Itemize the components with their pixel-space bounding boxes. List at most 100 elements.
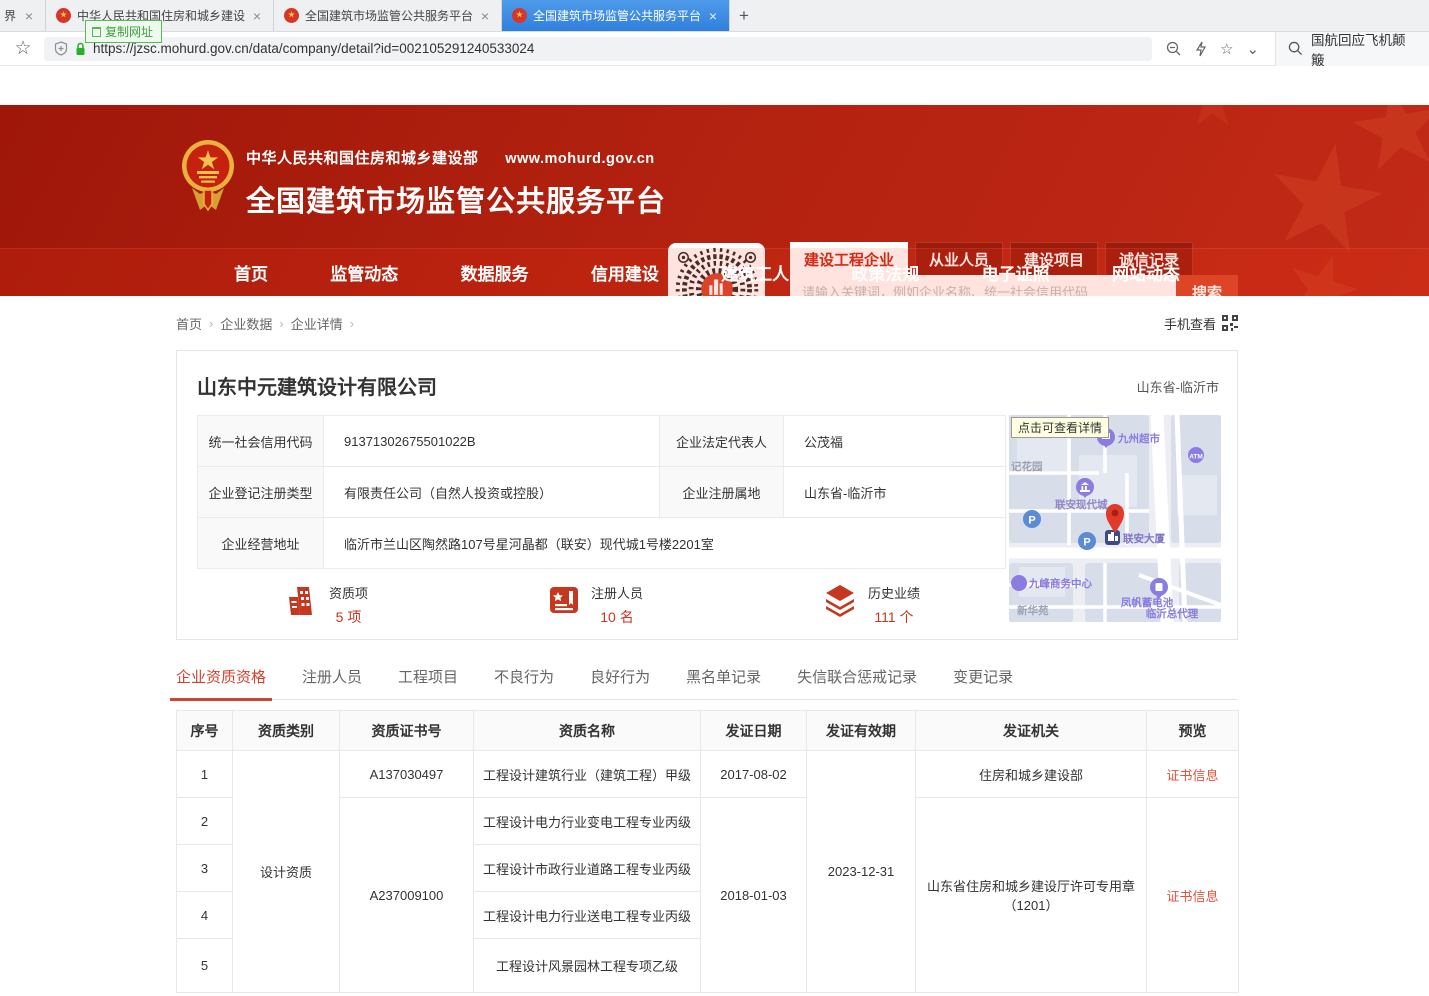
cell-no: 3 <box>177 845 233 892</box>
https-lock-icon[interactable] <box>75 42 86 56</box>
stat-value: 111 个 <box>868 607 920 627</box>
field-label: 企业登记注册类型 <box>198 467 324 518</box>
legal-rep-value: 公茂福 <box>784 416 1006 467</box>
tab-qualifications[interactable]: 企业资质资格 <box>176 666 266 699</box>
nav-item-site-news[interactable]: 网站动态 <box>1112 260 1180 285</box>
tab-title: 界 <box>4 7 17 24</box>
stat-label: 资质项 <box>329 583 368 602</box>
tab-close-icon[interactable]: × <box>251 8 263 24</box>
tab-close-icon[interactable]: × <box>707 8 719 24</box>
certificate-info-link[interactable]: 证书信息 <box>1166 889 1218 904</box>
cell-issue-date: 2018-01-03 <box>701 798 807 993</box>
field-label: 统一社会信用代码 <box>198 416 324 467</box>
cell-issue-date: 2017-08-02 <box>701 751 807 798</box>
url-text[interactable]: https://jzsc.mohurd.gov.cn/data/company/… <box>93 41 534 56</box>
chevron-down-icon[interactable]: ⌄ <box>1246 40 1259 58</box>
svg-text:联安现代城: 联安现代城 <box>1055 498 1108 511</box>
tab-dishonesty-records[interactable]: 失信联合惩戒记录 <box>797 666 917 699</box>
mobile-view-label[interactable]: 手机查看 <box>1164 314 1216 333</box>
cell-qual-name: 工程设计建筑行业（建筑工程）甲级 <box>474 751 701 798</box>
stat-value: 10 名 <box>591 607 643 627</box>
shield-icon[interactable] <box>54 41 68 56</box>
tab-bad-behavior[interactable]: 不良行为 <box>494 666 554 699</box>
ministry-name: 中华人民共和国住房和城乡建设部 <box>246 150 479 167</box>
tab-good-behavior[interactable]: 良好行为 <box>590 666 650 699</box>
col-header-authority: 发证机关 <box>916 711 1147 751</box>
zoom-out-icon[interactable] <box>1166 41 1182 57</box>
stat-qualifications[interactable]: 资质项 5 项 <box>285 583 368 627</box>
emblem-favicon-icon <box>56 8 71 23</box>
site-brand: 中华人民共和国住房和城乡建设部 www.mohurd.gov.cn 全国建筑市场… <box>246 147 666 220</box>
tab-projects[interactable]: 工程项目 <box>398 666 458 699</box>
bookmark-star-icon[interactable]: ☆ <box>8 37 38 60</box>
stat-registered-personnel[interactable]: 注册人员 10 名 <box>547 583 643 627</box>
company-info-table: 统一社会信用代码 91371302675501022B 企业法定代表人 公茂福 … <box>197 415 1006 569</box>
cell-authority: 山东省住房和城乡建设厅许可专用章（1201） <box>916 798 1147 993</box>
copy-url-tooltip: 复制网址 <box>85 20 162 43</box>
nav-item-e-license[interactable]: 电子证照 <box>982 260 1050 285</box>
emblem-favicon-icon <box>284 8 299 23</box>
svg-text:ATM: ATM <box>1189 454 1203 461</box>
tab-close-icon[interactable]: × <box>23 8 35 24</box>
stat-value: 5 项 <box>329 607 368 627</box>
site-header: 中华人民共和国住房和城乡建设部 www.mohurd.gov.cn 全国建筑市场… <box>0 105 1429 296</box>
browser-toolbar: ☆ https://jzsc.mohurd.gov.cn/data/compan… <box>0 32 1429 66</box>
lightning-icon[interactable] <box>1195 41 1207 57</box>
company-summary-card: 山东中元建筑设计有限公司 山东省-临沂市 统一社会信用代码 9137130267… <box>176 350 1238 640</box>
cell-no: 4 <box>177 892 233 939</box>
svg-text:临沂总代理: 临沂总代理 <box>1146 607 1199 620</box>
browser-tab-partial[interactable]: 界 × <box>0 0 46 31</box>
reg-place-value: 山东省-临沂市 <box>784 467 1006 518</box>
browser-tab-jzsc-active[interactable]: 全国建筑市场监管公共服务平台 × <box>502 0 730 31</box>
cell-validity: 2023-12-31 <box>807 751 916 993</box>
cell-authority: 住房和城乡建设部 <box>916 751 1147 798</box>
cell-cert-no: A137030497 <box>340 751 474 798</box>
svg-text:P: P <box>1083 537 1090 549</box>
breadcrumb-company-detail[interactable]: 企业详情 <box>291 314 343 333</box>
breadcrumb-separator: › <box>209 316 213 331</box>
certificate-info-link[interactable]: 证书信息 <box>1166 768 1218 783</box>
cell-qual-name: 工程设计电力行业变电工程专业丙级 <box>474 798 701 845</box>
platform-title: 全国建筑市场监管公共服务平台 <box>246 178 666 220</box>
tab-change-records[interactable]: 变更记录 <box>953 666 1013 699</box>
browser-search-text[interactable]: 国航回应飞机颠簸 <box>1311 29 1417 69</box>
browser-search-box[interactable]: 国航回应飞机颠簸 <box>1275 32 1429 66</box>
nav-item-supervision[interactable]: 监管动态 <box>330 260 398 285</box>
svg-text:联安大厦: 联安大厦 <box>1123 532 1165 545</box>
col-header-no: 序号 <box>177 711 233 751</box>
breadcrumb-home[interactable]: 首页 <box>176 314 202 333</box>
stat-label: 注册人员 <box>591 583 643 602</box>
table-row: 1 设计资质 A137030497 工程设计建筑行业（建筑工程）甲级 2017-… <box>177 751 1239 798</box>
emblem-favicon-icon <box>512 8 527 23</box>
breadcrumb-company-data[interactable]: 企业数据 <box>220 314 272 333</box>
company-location-map[interactable]: 点击可查看详情 <box>1009 415 1221 622</box>
header-main: 中华人民共和国住房和城乡建设部 www.mohurd.gov.cn 全国建筑市场… <box>0 105 1429 248</box>
search-icon <box>1288 41 1303 56</box>
col-header-preview: 预览 <box>1147 711 1239 751</box>
qr-code-icon[interactable] <box>1222 315 1238 331</box>
qualification-table: 序号 资质类别 资质证书号 资质名称 发证日期 发证有效期 发证机关 预览 1 … <box>176 710 1239 993</box>
nav-item-data-service[interactable]: 数据服务 <box>461 260 529 285</box>
nav-item-home[interactable]: 首页 <box>234 260 268 285</box>
tab-blacklist[interactable]: 黑名单记录 <box>686 666 761 699</box>
browser-tab-jzsc-1[interactable]: 全国建筑市场监管公共服务平台 × <box>274 0 502 31</box>
tab-close-icon[interactable]: × <box>479 8 491 24</box>
cell-no: 2 <box>177 798 233 845</box>
tab-title: 全国建筑市场监管公共服务平台 <box>305 7 473 24</box>
favorite-star-icon[interactable]: ☆ <box>1220 40 1233 58</box>
url-bar[interactable]: https://jzsc.mohurd.gov.cn/data/company/… <box>44 37 1152 61</box>
tab-registered-personnel[interactable]: 注册人员 <box>302 666 362 699</box>
layers-icon <box>822 583 858 617</box>
address-value: 临沂市兰山区陶然路107号星河晶都（联安）现代城1号楼2201室 <box>324 518 1006 569</box>
field-label: 企业法定代表人 <box>660 416 784 467</box>
col-header-cert-no: 资质证书号 <box>340 711 474 751</box>
tab-title: 全国建筑市场监管公共服务平台 <box>533 7 701 24</box>
cell-cert-no: A237009100 <box>340 798 474 993</box>
new-tab-button[interactable]: + <box>730 0 758 31</box>
col-header-validity: 发证有效期 <box>807 711 916 751</box>
svg-text:P: P <box>1028 515 1035 527</box>
nav-item-workers[interactable]: 建筑工人 <box>721 260 789 285</box>
nav-item-policy[interactable]: 政策法规 <box>851 260 919 285</box>
nav-item-credit[interactable]: 信用建设 <box>591 260 659 285</box>
stat-history-performance[interactable]: 历史业绩 111 个 <box>822 583 920 627</box>
